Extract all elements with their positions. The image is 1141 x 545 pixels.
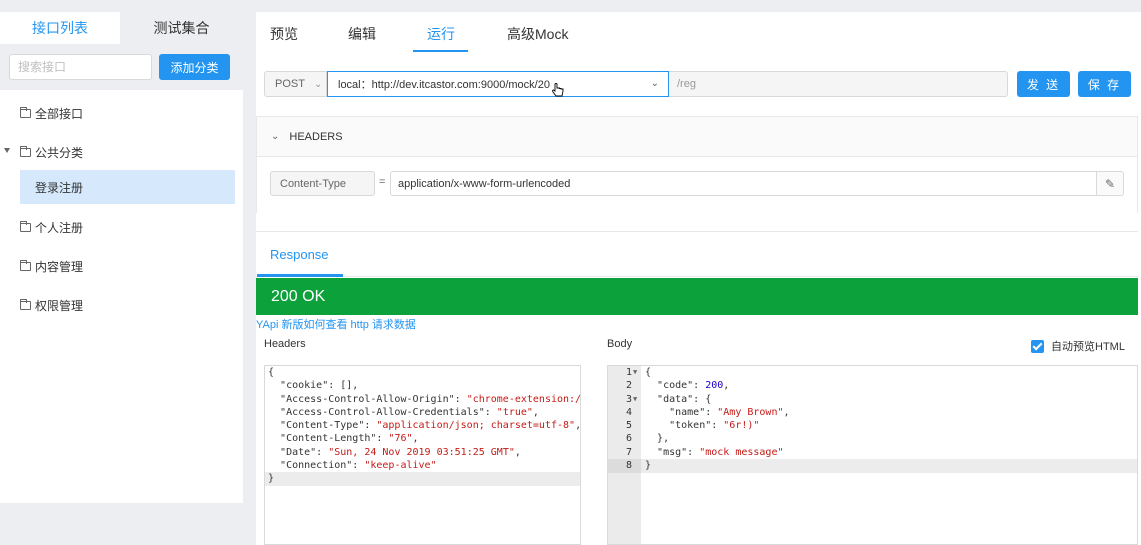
response-tabbar: Response (256, 231, 1138, 277)
code-line: "Access-Control-Allow-Origin": "chrome-e… (280, 393, 581, 405)
request-url-row: POST ⌄ local：http://dev.itcastor.com:900… (264, 71, 1008, 97)
method-select[interactable]: POST ⌄ (264, 71, 327, 97)
hand-cursor-icon (552, 83, 564, 97)
header-row: Content-Type = application/x-www-form-ur… (257, 157, 1137, 213)
tab-preview[interactable]: 预览 (270, 24, 298, 44)
code-line: "Connection": "keep-alive" (280, 460, 437, 472)
category-tree: 全部接口 公共分类 登录注册 个人注册 内容管理 权限管理 (0, 90, 243, 325)
tree-item-label: 权限管理 (35, 299, 84, 313)
active-tab-indicator (413, 50, 468, 52)
tree-item-label: 公共分类 (35, 146, 84, 160)
auto-preview-checkbox[interactable]: 自动预览HTML (1031, 338, 1125, 354)
line-numbers: 1 2 3 4 5 6 7 8 (625, 367, 632, 472)
response-headers-editor[interactable]: { "cookie": [], "Access-Control-Allow-Or… (264, 365, 581, 545)
code-line: "Access-Control-Allow-Credentials": "tru… (280, 406, 539, 418)
code-line: "Date": "Sun, 24 Nov 2019 03:51:25 GMT", (280, 446, 521, 458)
header-key-field[interactable]: Content-Type (270, 171, 375, 196)
code-line: { (645, 367, 652, 378)
code-line: "data": { (657, 393, 712, 405)
tree-item-label: 登录注册 (35, 180, 84, 195)
auto-preview-label: 自动预览HTML (1051, 341, 1125, 353)
code-line: "name": "Amy Brown", (669, 406, 790, 418)
base-url-value: local：http://dev.itcastor.com:9000/mock/… (338, 79, 550, 91)
chevron-down-icon: ⌄ (271, 131, 280, 142)
code-line: } (268, 473, 275, 485)
sidebar-search-bar: 添加分类 (0, 44, 243, 90)
edit-icon[interactable]: ✎ (1097, 171, 1124, 196)
send-button[interactable]: 发 送 (1017, 71, 1070, 97)
tab-test-collection[interactable]: 测试集合 (120, 12, 243, 44)
sidebar-tabs: 接口列表 测试集合 (0, 12, 243, 44)
tab-advanced-mock[interactable]: 高级Mock (507, 24, 568, 44)
headers-panel-title: HEADERS (289, 130, 343, 143)
chevron-down-icon: ⌄ (313, 78, 323, 90)
code-line: { (268, 367, 275, 378)
folder-icon (20, 107, 31, 118)
active-tab-indicator (257, 274, 343, 277)
tree-item-label: 全部接口 (35, 107, 84, 121)
response-headers-code: { "cookie": [], "Access-Control-Allow-Or… (268, 366, 581, 486)
status-text: 200 OK (271, 287, 326, 305)
headers-panel: ⌄ HEADERS Content-Type = application/x-w… (256, 116, 1138, 213)
headers-panel-toggle[interactable]: ⌄ HEADERS (257, 117, 1137, 157)
tree-item-public[interactable]: 公共分类 (0, 133, 243, 172)
response-headers-label: Headers (264, 338, 306, 350)
base-url-select[interactable]: local：http://dev.itcastor.com:9000/mock/… (327, 71, 669, 97)
help-link[interactable]: YApi 新版如何查看 http 请求数据 (256, 316, 416, 332)
search-input[interactable] (9, 54, 152, 80)
tree-item-permission[interactable]: 权限管理 (0, 286, 243, 325)
tab-edit[interactable]: 编辑 (348, 24, 376, 44)
tree-item-login-register[interactable]: 登录注册 (20, 170, 235, 204)
app-window: 接口列表 测试集合 添加分类 全部接口 公共分类 登录注册 个人注册 (0, 0, 1141, 545)
tree-item-personal[interactable]: 个人注册 (0, 208, 243, 247)
add-category-button[interactable]: 添加分类 (159, 54, 230, 80)
fold-markers[interactable]: ▼ ▼ (633, 366, 637, 406)
folder-icon (20, 221, 31, 232)
request-path-field[interactable]: /reg (669, 71, 1008, 97)
tree-item-content[interactable]: 内容管理 (0, 247, 243, 286)
folder-icon (20, 260, 31, 271)
folder-icon (20, 299, 31, 310)
save-button[interactable]: 保 存 (1078, 71, 1131, 97)
header-value-field[interactable]: application/x-www-form-urlencoded (390, 171, 1097, 196)
tab-interface-list[interactable]: 接口列表 (0, 12, 120, 44)
code-line: "code": 200, (657, 380, 730, 392)
code-line: "token": "6r!)" (669, 420, 760, 432)
main-panel: 预览 编辑 运行 高级Mock POST ⌄ local：http://dev.… (256, 12, 1141, 545)
code-line: "cookie": [], (280, 380, 359, 392)
interface-tabs: 预览 编辑 运行 高级Mock (256, 12, 1141, 52)
tree-item-label: 个人注册 (35, 221, 84, 235)
code-line: "msg": "mock message" (657, 446, 784, 458)
response-body-code: { "code": 200, "data": { "name": "Amy Br… (645, 366, 790, 472)
tab-response[interactable]: Response (270, 247, 329, 262)
caret-down-icon[interactable] (4, 148, 10, 153)
response-body-label: Body (607, 338, 633, 350)
tab-run[interactable]: 运行 (427, 24, 455, 44)
status-bar: 200 OK (256, 278, 1138, 315)
folder-icon (20, 146, 31, 157)
tree-item-all[interactable]: 全部接口 (0, 94, 243, 133)
code-line: } (645, 460, 652, 472)
chevron-down-icon: ⌄ (650, 78, 659, 89)
equals-sign: = (379, 176, 386, 188)
response-body-editor[interactable]: 1 2 3 4 5 6 7 8 ▼ ▼ { "code": 200, "data… (607, 365, 1138, 545)
tree-item-label: 内容管理 (35, 260, 84, 274)
method-value: POST (275, 78, 305, 90)
checkbox-checked-icon[interactable] (1031, 339, 1044, 353)
code-line: "Content-Type": "application/json; chars… (280, 420, 581, 432)
code-line: "Content-Length": "76", (280, 433, 419, 445)
sidebar: 接口列表 测试集合 添加分类 全部接口 公共分类 登录注册 个人注册 (0, 12, 243, 503)
code-line: }, (657, 433, 670, 445)
